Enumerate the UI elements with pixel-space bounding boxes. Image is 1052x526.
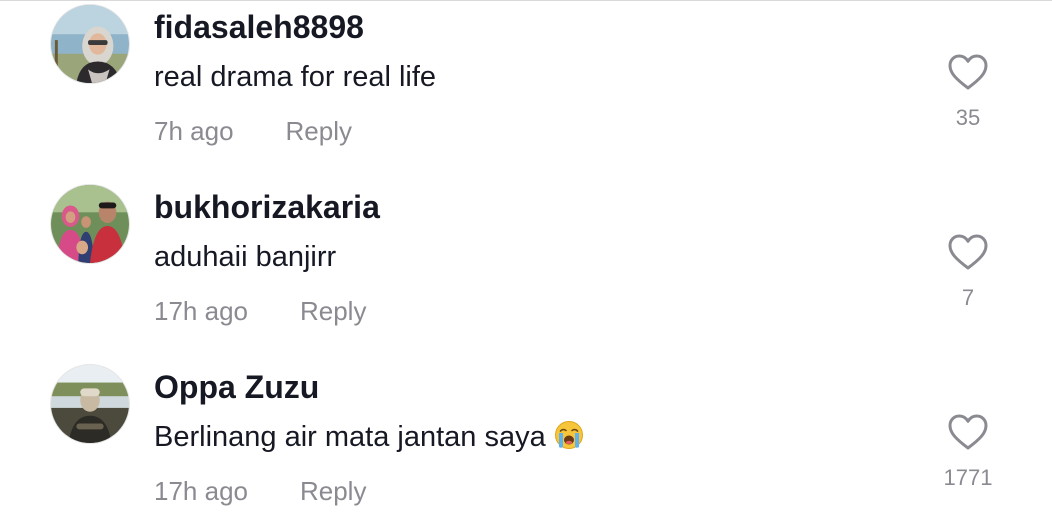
heart-icon	[948, 234, 988, 270]
reply-button[interactable]: Reply	[300, 476, 366, 506]
comment-meta: 17h ago Reply	[154, 293, 366, 329]
comments-list: fidasaleh8898 real drama for real life 7…	[0, 0, 1052, 526]
comment-meta: 7h ago Reply	[154, 113, 352, 149]
comment-username[interactable]: bukhorizakaria	[154, 187, 380, 227]
heart-icon	[948, 414, 988, 450]
like-count: 1771	[943, 465, 993, 490]
comment-text-content: Berlinang air mata jantan saya	[154, 421, 546, 453]
heart-icon	[948, 54, 988, 90]
comment-username[interactable]: fidasaleh8898	[154, 7, 364, 47]
comment-item: Oppa Zuzu Berlinang air mata jantan saya…	[0, 361, 1052, 526]
user-photo-icon	[51, 185, 129, 263]
comment-text: Berlinang air mata jantan saya	[154, 417, 584, 457]
like-count: 35	[955, 105, 981, 130]
comment-item: fidasaleh8898 real drama for real life 7…	[0, 1, 1052, 181]
comment-text: aduhaii banjirr	[154, 241, 337, 273]
like-button[interactable]	[946, 231, 990, 275]
comment-timestamp: 17h ago	[154, 296, 248, 326]
comment-item: bukhorizakaria aduhaii banjirr 17h ago Re…	[0, 181, 1052, 361]
reply-button[interactable]: Reply	[286, 116, 352, 146]
user-avatar[interactable]	[50, 4, 130, 84]
comment-meta: 17h ago Reply	[154, 473, 366, 509]
loudly-crying-face-emoji	[554, 421, 583, 449]
comment-username[interactable]: Oppa Zuzu	[154, 367, 319, 407]
like-count: 7	[961, 285, 975, 310]
user-avatar[interactable]	[50, 364, 130, 444]
user-photo-icon	[51, 365, 129, 443]
user-avatar[interactable]	[50, 184, 130, 264]
comment-text: real drama for real life	[154, 61, 437, 93]
comment-timestamp: 7h ago	[154, 116, 234, 146]
reply-button[interactable]: Reply	[300, 296, 366, 326]
like-button[interactable]	[946, 51, 990, 95]
like-button[interactable]	[946, 411, 990, 455]
user-photo-icon	[51, 5, 129, 83]
comment-timestamp: 17h ago	[154, 476, 248, 506]
